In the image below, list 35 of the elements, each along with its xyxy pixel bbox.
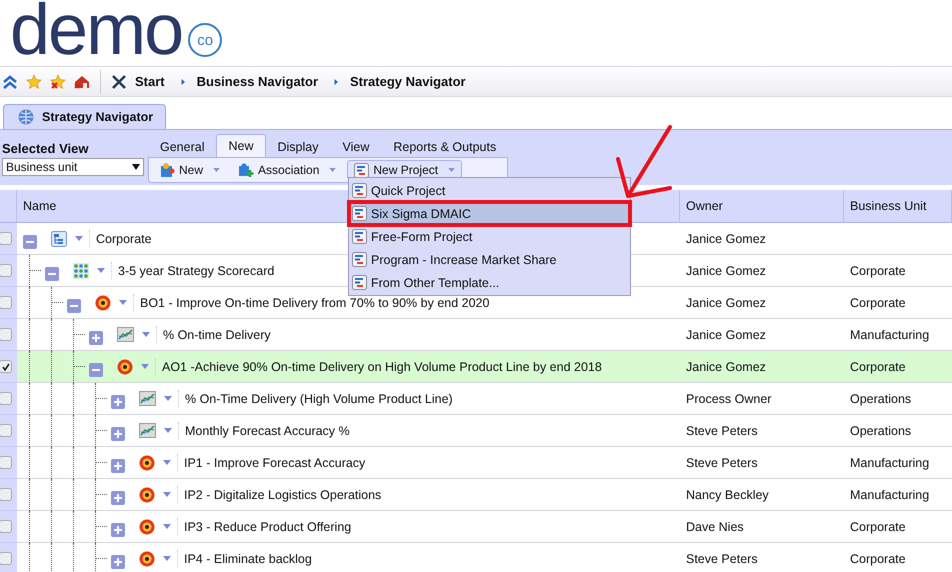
item-name: 3-5 year Strategy Scorecard <box>118 264 274 278</box>
item-name: Corporate <box>96 232 152 246</box>
table-cell: Janice Gomez <box>686 360 766 374</box>
item-name: % On-time Delivery <box>163 328 271 342</box>
table-cell: Manufacturing <box>850 328 930 342</box>
table-cell: Janice Gomez <box>686 232 766 246</box>
table-cell: Steve Peters <box>686 552 758 566</box>
item-name: IP3 - Reduce Product Offering <box>184 520 352 534</box>
table-cell: Janice Gomez <box>686 296 766 310</box>
selected-view-label: Selected View <box>2 141 90 156</box>
item-name: IP1 - Improve Forecast Accuracy <box>184 456 366 470</box>
table-cell: Janice Gomez <box>686 328 766 342</box>
item-name: % On-Time Delivery (High Volume Product Line) <box>185 392 453 406</box>
table-cell: Manufacturing <box>850 456 930 470</box>
item-name: Monthly Forecast Accuracy % <box>185 424 350 438</box>
table-cell: Steve Peters <box>686 424 758 438</box>
table-cell: Corporate <box>850 360 906 374</box>
logo-text: demo <box>10 0 182 61</box>
table-cell: Operations <box>850 424 912 438</box>
logo-badge: co <box>188 23 222 57</box>
table-cell: Steve Peters <box>686 456 758 470</box>
table-cell: Dave Nies <box>686 520 744 534</box>
item-name: BO1 - Improve On-time Delivery from 70% to 90% by end 2020 <box>140 296 490 310</box>
table-cell: Operations <box>850 392 912 406</box>
table-cell: Nancy Beckley <box>686 488 769 502</box>
table-cell: Manufacturing <box>850 488 930 502</box>
item-name: IP2 - Digitalize Logistics Operations <box>184 488 382 502</box>
item-name: IP4 - Eliminate backlog <box>184 552 312 566</box>
table-cell: Corporate <box>850 552 906 566</box>
item-name: AO1 -Achieve 90% On-time Delivery on High Volume Product Line by end 2018 <box>162 360 602 374</box>
table-cell: Corporate <box>850 520 906 534</box>
table-cell: Corporate <box>850 296 906 310</box>
table-cell: Janice Gomez <box>686 264 766 278</box>
table-cell: Corporate <box>850 264 906 278</box>
table-cell: Process Owner <box>686 392 772 406</box>
